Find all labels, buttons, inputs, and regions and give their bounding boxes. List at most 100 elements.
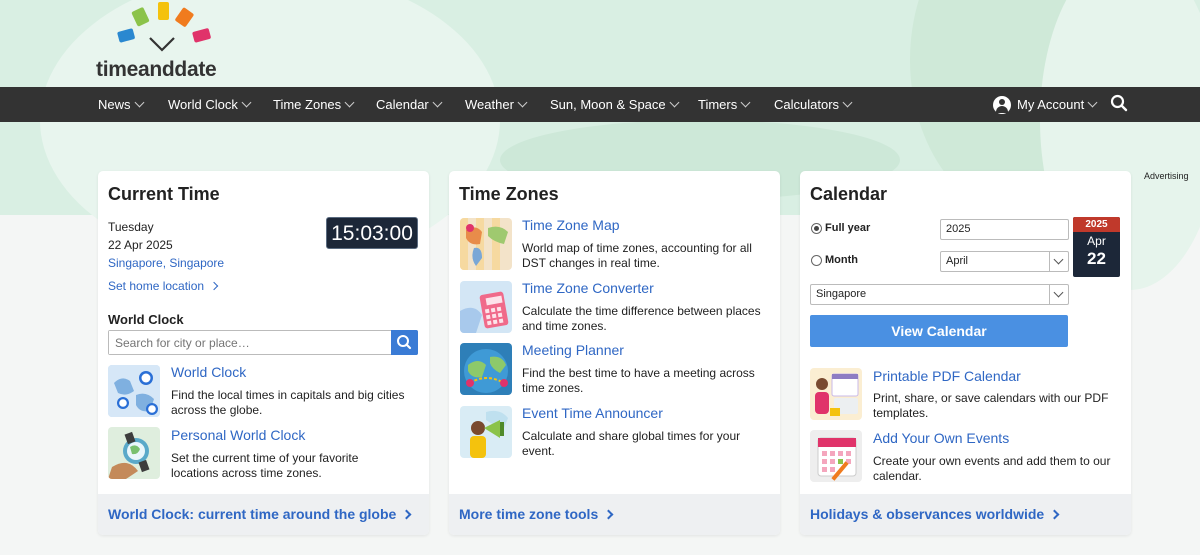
world-map-clock-icon [108,365,160,417]
printable-pdf-calendar-thumbnail[interactable] [810,368,862,420]
badge-year: 2025 [1073,217,1120,232]
event-time-announcer-link[interactable]: Event Time Announcer [522,405,663,421]
meeting-planner-link[interactable]: Meeting Planner [522,342,624,358]
chevron-down-icon [1049,285,1068,304]
nav-calculators[interactable]: Calculators [774,87,853,122]
nav-world-clock[interactable]: World Clock [168,87,252,122]
add-your-own-events-thumbnail[interactable] [810,430,862,482]
view-calendar-button[interactable]: View Calendar [810,315,1068,347]
nav-sun-moon-space-label: Sun, Moon & Space [550,97,666,112]
city-search-button[interactable] [391,330,418,355]
event-time-announcer-desc: Calculate and share global times for you… [522,429,741,458]
time-zone-converter-desc: Calculate the time difference between pl… [522,304,761,333]
calendar-events-icon [810,430,862,482]
calendar-card: Calendar Full year Month 2025 April Sing… [800,171,1131,535]
personal-world-clock-link[interactable]: Personal World Clock [171,427,305,443]
year-input[interactable]: 2025 [940,219,1069,240]
world-clock-desc: Find the local times in capitals and big… [171,388,405,417]
calculator-icon [460,281,512,333]
nav-calculators-label: Calculators [774,97,840,112]
current-time-card: Current Time Tuesday 22 Apr 2025 Singapo… [98,171,429,535]
holidays-observances-label: Holidays & observances worldwide [810,506,1045,522]
nav-search-button[interactable] [1110,87,1128,122]
current-date: 22 Apr 2025 [108,238,173,252]
account-icon [993,95,1011,114]
nav-time-zones-label: Time Zones [273,97,342,112]
badge-month: Apr [1087,234,1106,248]
nav-calendar[interactable]: Calendar [376,87,443,122]
world-clock-link[interactable]: World Clock [171,364,246,380]
full-year-label: Full year [825,222,871,234]
time-zone-converter-link[interactable]: Time Zone Converter [522,280,654,296]
personal-world-clock-desc: Set the current time of your favorite lo… [171,451,359,480]
logo-sunburst-icon [117,2,211,52]
month-radio[interactable] [811,255,822,266]
holidays-observances-link[interactable]: Holidays & observances worldwide [810,506,1060,522]
event-time-announcer-thumbnail[interactable] [460,406,512,458]
nav-world-clock-label: World Clock [168,97,238,112]
time-zone-map-icon [460,218,512,270]
personal-clock-icon [108,427,160,479]
chevron-right-icon [209,281,219,291]
nav-timers[interactable]: Timers [698,87,751,122]
month-select-value: April [946,255,969,267]
badge-day: 22 [1087,249,1106,268]
chevron-down-icon [842,97,853,108]
world-clock-thumbnail[interactable] [108,365,160,417]
megaphone-icon [460,406,512,458]
calendar-title: Calendar [810,184,888,204]
more-time-zone-tools-link[interactable]: More time zone tools [459,506,614,522]
meeting-planner-thumbnail[interactable] [460,343,512,395]
chevron-down-icon [241,97,252,108]
city-search-input[interactable] [109,331,391,354]
time-zone-map-thumbnail[interactable] [460,218,512,270]
nav-my-account[interactable]: My Account [993,87,1098,122]
nav-weather-label: Weather [465,97,514,112]
set-home-location-link[interactable]: Set home location [108,279,219,293]
month-select[interactable]: April [940,251,1069,272]
add-your-own-events-link[interactable]: Add Your Own Events [873,430,1009,446]
chevron-down-icon [344,97,355,108]
logo-text: timeanddate [96,58,217,81]
timeanddate-logo[interactable]: timeanddate [96,0,246,86]
nav-news[interactable]: News [98,87,144,122]
chevron-right-icon [401,509,412,520]
time-zones-footer: More time zone tools [449,494,780,535]
chevron-down-icon [1087,97,1098,108]
time-zones-title: Time Zones [459,184,559,204]
country-select[interactable]: Singapore [810,284,1069,305]
current-location-link[interactable]: Singapore, Singapore [108,256,224,270]
digital-clock: 15:03:00 [326,217,418,249]
time-zone-converter-thumbnail[interactable] [460,281,512,333]
calendar-footer: Holidays & observances worldwide [800,494,1131,535]
search-icon [1110,94,1128,112]
country-select-value: Singapore [816,288,867,300]
chevron-down-icon [1049,252,1068,271]
current-time-title: Current Time [108,184,220,204]
world-clock-footer-link[interactable]: World Clock: current time around the glo… [108,506,412,522]
full-year-radio[interactable] [811,223,822,234]
world-clock-footer-label: World Clock: current time around the glo… [108,506,397,522]
nav-news-label: News [98,97,131,112]
search-icon [397,335,412,350]
nav-timers-label: Timers [698,97,738,112]
chevron-down-icon [517,97,528,108]
printable-calendar-icon [810,368,862,420]
current-time-footer: World Clock: current time around the glo… [98,494,429,535]
chevron-down-icon [669,97,680,108]
more-time-zone-tools-label: More time zone tools [459,506,599,522]
personal-world-clock-thumbnail[interactable] [108,427,160,479]
nav-calendar-label: Calendar [376,97,429,112]
printable-pdf-calendar-desc: Print, share, or save calendars with our… [873,391,1109,420]
chevron-down-icon [134,97,144,108]
printable-pdf-calendar-link[interactable]: Printable PDF Calendar [873,368,1021,384]
time-zone-map-link[interactable]: Time Zone Map [522,217,620,233]
chevron-down-icon [432,97,443,108]
advertising-label: Advertising [1144,171,1189,181]
add-your-own-events-desc: Create your own events and add them to o… [873,454,1111,483]
nav-time-zones[interactable]: Time Zones [273,87,355,122]
chevron-right-icon [603,509,614,520]
nav-sun-moon-space[interactable]: Sun, Moon & Space [550,87,680,122]
nav-weather[interactable]: Weather [465,87,528,122]
time-zones-card: Time Zones Time Zone Map World map of ti… [449,171,780,535]
